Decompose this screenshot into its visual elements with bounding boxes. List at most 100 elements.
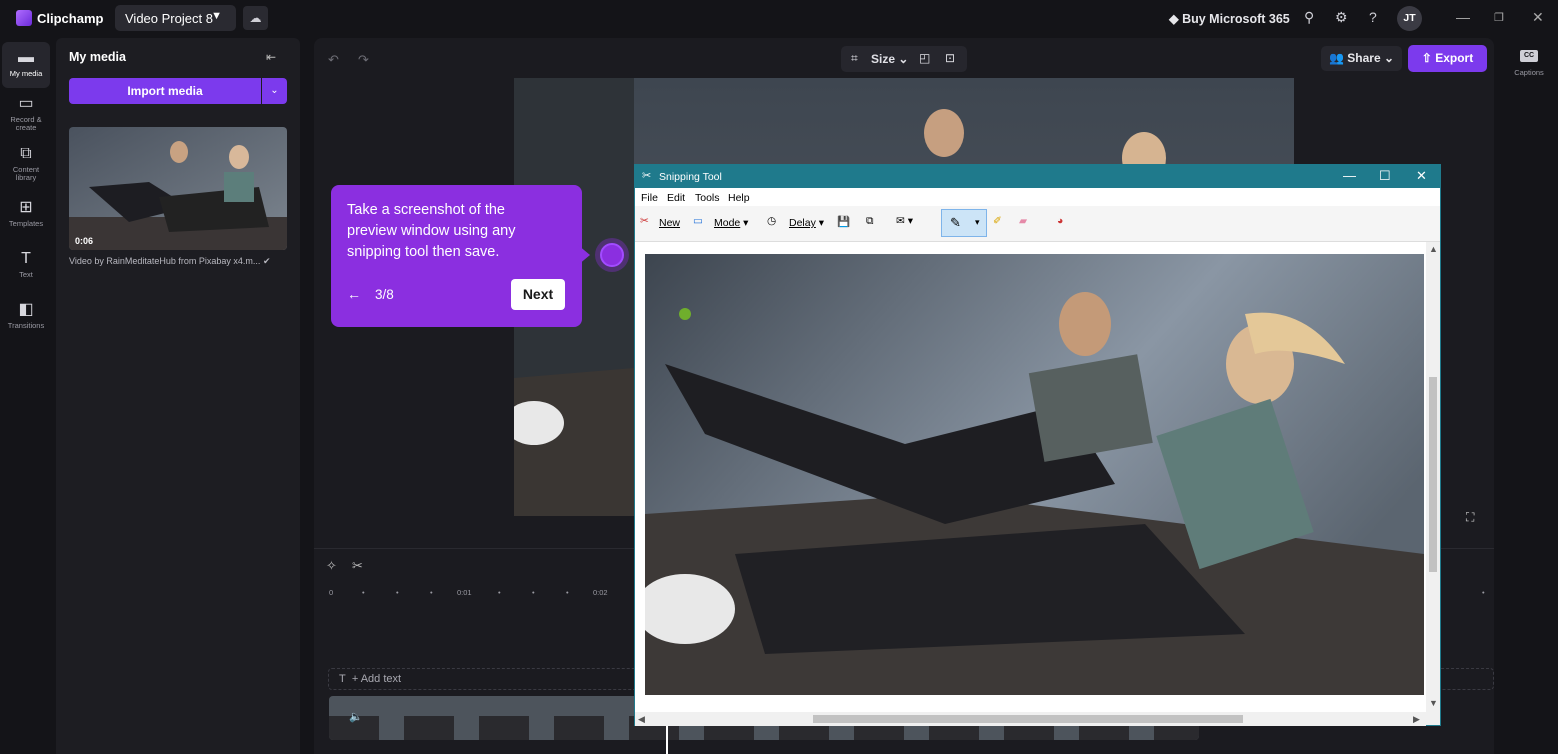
- duration-badge: 0:06: [75, 236, 94, 246]
- library-icon: ⧉: [20, 145, 32, 162]
- rail-item-text[interactable]: T Text: [0, 249, 52, 279]
- minimize-icon[interactable]: —: [1343, 168, 1356, 183]
- tooltip-step: 3/8: [375, 287, 394, 302]
- people-icon: 👥: [1328, 51, 1348, 65]
- chevron-down-icon: ▾: [975, 217, 980, 227]
- onboarding-tooltip: Take a screenshot of the preview window …: [331, 185, 582, 327]
- project-name-button[interactable]: Video Project 8 ▼: [115, 5, 236, 31]
- clipchamp-logo-icon: [16, 10, 32, 26]
- maximize-icon[interactable]: ☐: [1379, 168, 1391, 184]
- rail-label: Text: [19, 270, 33, 279]
- media-thumbnail[interactable]: 0:06: [69, 127, 287, 250]
- project-name: Video Project 8: [125, 11, 213, 26]
- ruler-tick: 0:01: [457, 588, 472, 597]
- horizontal-scroll-thumb[interactable]: [813, 715, 1243, 723]
- left-rail: ▬ My media ▭ Record & create ⧉ Content lib…: [0, 38, 52, 754]
- caret-down-icon: ▼: [211, 10, 222, 22]
- text-icon: T: [339, 673, 352, 685]
- menu-edit[interactable]: Edit: [667, 192, 685, 204]
- magic-icon[interactable]: ✧: [326, 558, 337, 574]
- export-label: Export: [1435, 51, 1474, 65]
- next-button[interactable]: Next: [511, 279, 565, 310]
- fullscreen-icon[interactable]: ⛶: [1466, 510, 1474, 525]
- volume-icon[interactable]: 🔈: [349, 710, 363, 723]
- menu-tools[interactable]: Tools: [695, 192, 720, 204]
- captured-image: [645, 254, 1424, 695]
- export-button[interactable]: ⇧ Export: [1408, 45, 1487, 72]
- app-name: Clipchamp: [37, 11, 104, 26]
- save-icon[interactable]: 💾: [837, 215, 850, 228]
- gear-icon[interactable]: ⚙: [1335, 9, 1348, 26]
- buy-microsoft-365-button[interactable]: ◆ Buy Microsoft 365: [1169, 11, 1290, 26]
- mode-button[interactable]: Mode ▾: [714, 217, 748, 229]
- snip-image: [645, 254, 1424, 695]
- rail-item-content-library[interactable]: ⧉ Content library: [0, 144, 52, 182]
- captions-icon[interactable]: CC: [1520, 50, 1538, 62]
- playhead[interactable]: [666, 724, 668, 754]
- size-toolbar: ⌗ Size ⌄ ◰ ⊡: [841, 46, 967, 72]
- vertical-scrollbar[interactable]: ▲ ▼: [1426, 242, 1440, 712]
- help-icon[interactable]: ?: [1369, 9, 1377, 25]
- cloud-off-icon[interactable]: ☁: [243, 6, 268, 30]
- restore-icon[interactable]: ❐: [1494, 11, 1504, 24]
- ruler-dot: •: [566, 588, 569, 597]
- scissors-icon[interactable]: ✂: [352, 558, 363, 574]
- workout-image: [69, 127, 287, 250]
- snipping-tool-window: ✂ Snipping Tool — ☐ ✕ File Edit Tools He…: [634, 164, 1441, 726]
- size-button[interactable]: Size ⌄: [871, 52, 908, 66]
- paint-icon[interactable]: ◕: [1057, 215, 1063, 227]
- aspect-icon[interactable]: ◰: [919, 51, 930, 65]
- collapse-panel-icon[interactable]: ⇤: [266, 50, 276, 64]
- ruler-dot: •: [430, 588, 433, 597]
- snipping-tool-toolbar: ✂ New ▭ Mode ▾ ◷ Delay ▾ 💾 ⧉ ✉ ▾ ✎ ▾ ✐ ▰ …: [635, 206, 1440, 242]
- rail-item-record[interactable]: ▭ Record & create: [0, 94, 52, 132]
- rail-item-my-media[interactable]: ▬ My media: [0, 48, 52, 78]
- undo-icon[interactable]: ↶: [328, 52, 339, 68]
- import-media-button[interactable]: Import media: [69, 78, 261, 104]
- menu-help[interactable]: Help: [728, 192, 750, 204]
- vertical-scroll-thumb[interactable]: [1429, 377, 1437, 572]
- highlighter-icon[interactable]: ✐: [993, 215, 1002, 227]
- rail-item-transitions[interactable]: ◧ Transitions: [0, 300, 52, 330]
- scroll-down-icon[interactable]: ▼: [1429, 698, 1438, 708]
- menu-file[interactable]: File: [641, 192, 658, 204]
- rail-label: My media: [9, 69, 43, 78]
- templates-icon: ⊞: [19, 199, 33, 216]
- rail-item-templates[interactable]: ⊞ Templates: [0, 198, 52, 228]
- snipping-tool-title: Snipping Tool: [659, 171, 722, 183]
- back-arrow-icon[interactable]: ←: [347, 286, 361, 302]
- snipping-tool-titlebar: ✂ Snipping Tool — ☐ ✕: [635, 165, 1440, 188]
- pen-button[interactable]: ✎ ▾: [941, 209, 987, 237]
- avatar[interactable]: JT: [1397, 6, 1422, 31]
- copy-icon[interactable]: ⧉: [866, 215, 874, 228]
- media-panel-title: My media: [69, 50, 126, 64]
- scissors-icon: ✂: [642, 170, 652, 182]
- camera-icon: ▭: [18, 95, 34, 112]
- close-icon[interactable]: ✕: [1532, 9, 1544, 26]
- delay-label: Delay: [789, 217, 816, 229]
- eraser-icon[interactable]: ▰: [1019, 215, 1027, 227]
- thumbnail-caption-text: Video by RainMeditateHub from Pixabay x4…: [69, 256, 261, 266]
- close-icon[interactable]: ✕: [1416, 168, 1427, 184]
- minimize-icon[interactable]: —: [1456, 9, 1470, 25]
- horizontal-scrollbar[interactable]: ◀ ▶: [635, 712, 1426, 726]
- share-button[interactable]: 👥 Share ⌄: [1321, 46, 1402, 71]
- ruler-dot: •: [396, 588, 399, 597]
- send-icon[interactable]: ✉ ▾: [896, 215, 913, 227]
- new-button[interactable]: New: [659, 217, 680, 229]
- mode-icon: ▭: [693, 215, 703, 227]
- redo-icon[interactable]: ↷: [358, 52, 369, 68]
- scroll-up-icon[interactable]: ▲: [1429, 244, 1438, 254]
- share-feedback-icon[interactable]: ⚲: [1304, 9, 1314, 26]
- media-panel: My media ⇤ Import media ⌄ 0:06 Video by …: [56, 38, 300, 754]
- crop-icon: ⌗: [851, 51, 858, 65]
- captions-label: Captions: [1514, 68, 1544, 77]
- resize-icon[interactable]: ⊡: [945, 51, 955, 65]
- chevron-down-icon[interactable]: ⌄: [262, 78, 287, 104]
- size-label: Size: [871, 52, 896, 66]
- mode-label: Mode: [714, 217, 741, 229]
- scroll-left-icon[interactable]: ◀: [638, 714, 645, 725]
- upload-icon: ⇧: [1421, 51, 1436, 65]
- scroll-right-icon[interactable]: ▶: [1413, 714, 1420, 725]
- delay-button[interactable]: Delay ▾: [789, 217, 824, 229]
